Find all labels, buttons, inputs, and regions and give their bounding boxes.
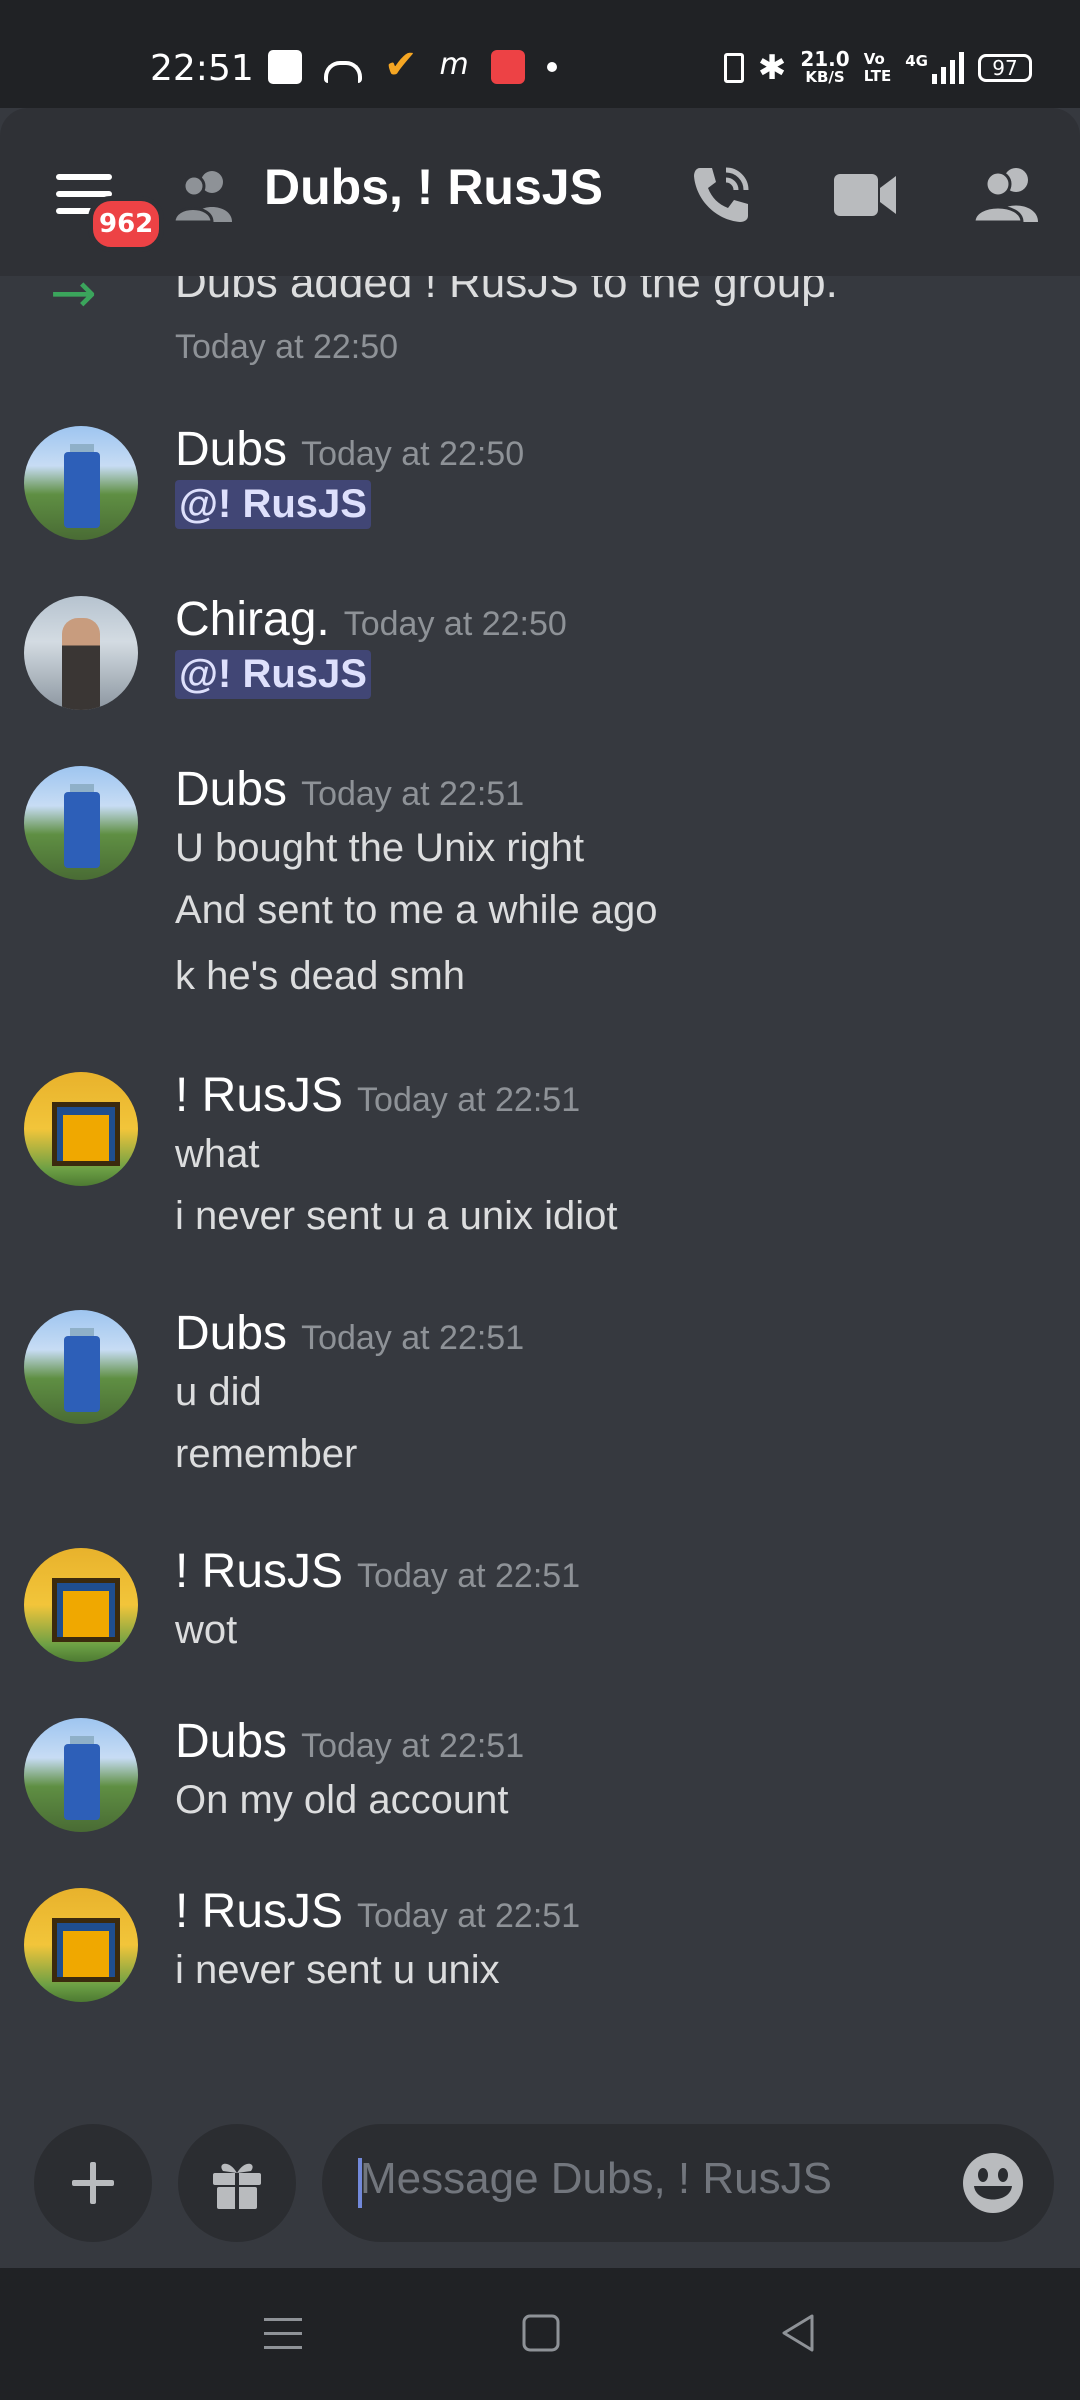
back-icon[interactable]	[774, 2308, 824, 2358]
message-timestamp: Today at 22:50	[301, 435, 525, 473]
attach-button[interactable]	[34, 2124, 152, 2242]
message-timestamp: Today at 22:51	[357, 1081, 581, 1119]
notification-badge: 962	[88, 196, 165, 252]
missed-call-icon	[324, 61, 362, 83]
message-author[interactable]: Dubs	[175, 763, 287, 816]
message-author[interactable]: Chirag.	[175, 593, 330, 646]
system-message-time: Today at 22:50	[175, 328, 399, 366]
message-composer: Message Dubs, ! RusJS	[0, 2100, 1080, 2268]
message-text: And sent to me a while ago	[175, 888, 658, 932]
emoji-icon[interactable]	[958, 2148, 1028, 2218]
dm-group-icon	[172, 171, 232, 222]
message-text: i never sent u unix	[175, 1948, 500, 1992]
message-author[interactable]: Dubs	[175, 1307, 287, 1360]
message-notification-icon	[268, 50, 302, 84]
network-speed: 21.0 KB/S	[800, 47, 850, 86]
plus-icon	[72, 2162, 114, 2204]
message-author[interactable]: ! RusJS	[175, 1545, 343, 1598]
message-text: wot	[175, 1608, 238, 1652]
home-icon[interactable]	[516, 2308, 566, 2358]
message-text: what	[175, 1132, 260, 1176]
battery-icon: 97	[978, 54, 1032, 82]
check-notification-icon: ✔	[384, 42, 418, 88]
avatar[interactable]	[24, 1888, 138, 2002]
message-timestamp: Today at 22:51	[301, 775, 525, 813]
network-speed-unit: KB/S	[805, 68, 845, 86]
message-text: k he's dead smh	[175, 954, 466, 998]
message-text: i never sent u a unix idiot	[175, 1194, 618, 1238]
message-header: Dubs Today at 22:51	[175, 1306, 524, 1361]
notification-icons: ✔ m	[268, 42, 557, 88]
system-status-icons: ✱ 21.0 KB/S Vo LTE 4G 97	[723, 47, 1032, 88]
message-header: ! RusJS Today at 22:51	[175, 1884, 580, 1939]
message-timestamp: Today at 22:51	[301, 1319, 525, 1357]
volte-bottom: LTE	[863, 67, 892, 85]
message-author[interactable]: ! RusJS	[175, 1885, 343, 1938]
message-text: On my old account	[175, 1778, 509, 1822]
network-speed-value: 21.0	[800, 47, 850, 71]
user-mention[interactable]: @! RusJS	[175, 650, 371, 699]
user-mention[interactable]: @! RusJS	[175, 480, 371, 529]
chat-header: 962 Dubs, ! RusJS	[0, 108, 1080, 276]
vibrate-icon	[723, 53, 744, 83]
message-header: Chirag. Today at 22:50	[175, 592, 567, 647]
app-notification-icon: m	[439, 47, 469, 82]
message-timestamp: Today at 22:51	[301, 1727, 525, 1765]
more-notifications-icon	[546, 62, 557, 72]
gift-button[interactable]	[178, 2124, 296, 2242]
avatar[interactable]	[24, 596, 138, 710]
chat-title: Dubs, ! RusJS	[264, 159, 603, 215]
message-header: ! RusJS Today at 22:51	[175, 1068, 580, 1123]
message-timestamp: Today at 22:51	[357, 1557, 581, 1595]
message-timestamp: Today at 22:51	[357, 1897, 581, 1935]
message-text: U bought the Unix right	[175, 826, 585, 870]
recent-apps-icon[interactable]	[258, 2308, 308, 2358]
message-author[interactable]: ! RusJS	[175, 1069, 343, 1122]
message-input-placeholder: Message Dubs, ! RusJS	[360, 2154, 832, 2203]
message-text: remember	[175, 1432, 358, 1476]
signal-icon: 4G	[905, 52, 964, 84]
avatar[interactable]	[24, 426, 138, 540]
message-author[interactable]: Dubs	[175, 1715, 287, 1768]
video-icon[interactable]	[830, 160, 900, 230]
avatar[interactable]	[24, 766, 138, 880]
call-icon[interactable]	[686, 160, 756, 230]
volte-indicator: Vo LTE	[864, 51, 892, 85]
battery-level: 97	[992, 56, 1018, 80]
screen-record-icon	[490, 50, 525, 84]
network-type: 4G	[905, 52, 928, 70]
message-text: u did	[175, 1370, 262, 1414]
avatar[interactable]	[24, 1718, 138, 1832]
volte-top: Vo	[863, 50, 885, 68]
system-nav-bar	[0, 2268, 1080, 2400]
status-time: 22:51	[150, 48, 254, 89]
message-header: Dubs Today at 22:51	[175, 762, 524, 817]
members-icon[interactable]	[972, 160, 1042, 230]
message-author[interactable]: Dubs	[175, 423, 287, 476]
avatar[interactable]	[24, 1310, 138, 1424]
bluetooth-icon: ✱	[757, 48, 787, 88]
message-header: ! RusJS Today at 22:51	[175, 1544, 580, 1599]
avatar[interactable]	[24, 1548, 138, 1662]
message-input[interactable]: Message Dubs, ! RusJS	[322, 2124, 1054, 2242]
message-header: Dubs Today at 22:51	[175, 1714, 524, 1769]
avatar[interactable]	[24, 1072, 138, 1186]
status-bar: 22:51 ✔ m ✱ 21.0 KB/S Vo LTE 4G 97	[0, 0, 1080, 108]
message-timestamp: Today at 22:50	[343, 605, 567, 643]
message-header: Dubs Today at 22:50	[175, 422, 524, 477]
gift-icon	[213, 2163, 261, 2209]
